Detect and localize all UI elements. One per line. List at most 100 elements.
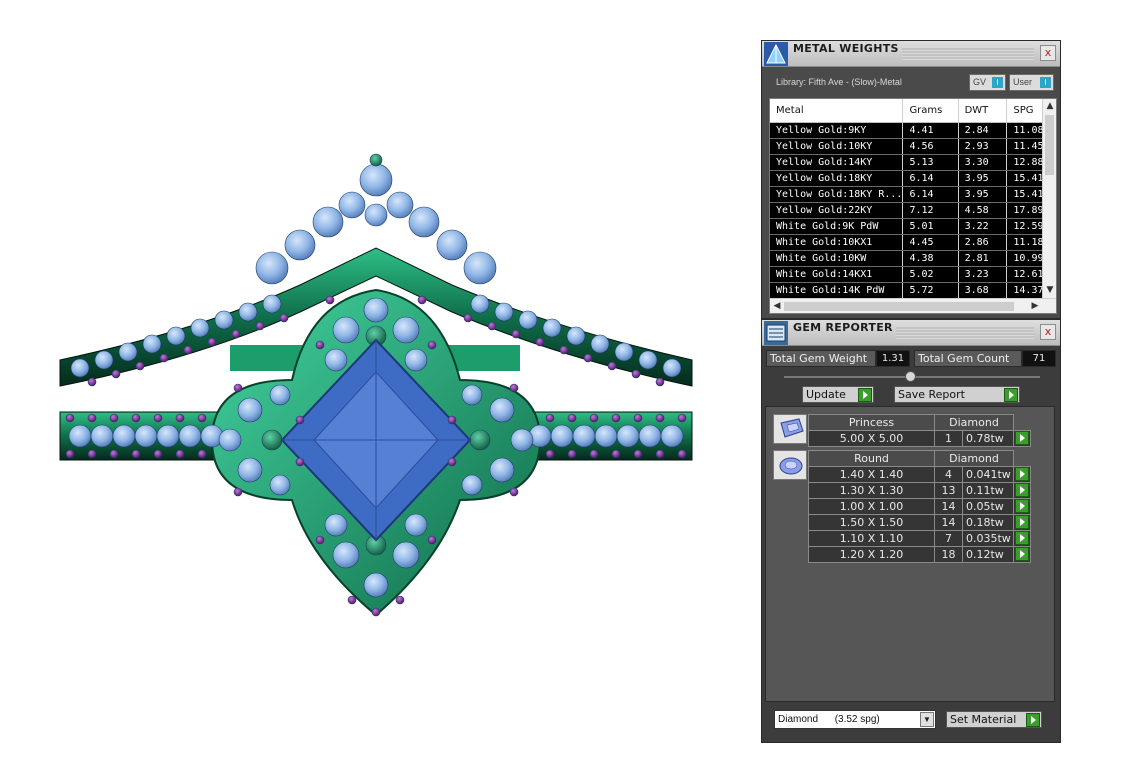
select-gem-button[interactable] bbox=[1013, 546, 1031, 563]
lower-band-bead bbox=[611, 413, 621, 423]
close-icon[interactable]: x bbox=[1040, 45, 1056, 61]
gem-row[interactable]: 1.00 X 1.00 14 0.05tw bbox=[808, 498, 1031, 515]
table-row[interactable]: Yellow Gold:18KY 6.14 3.95 15.41 bbox=[770, 170, 1056, 187]
table-row[interactable]: White Gold:9K PdW 5.01 3.22 12.59 bbox=[770, 218, 1056, 235]
chevron-down-icon[interactable]: ▼ bbox=[920, 712, 934, 727]
halo-gem bbox=[461, 474, 483, 496]
metal-weights-titlebar[interactable]: METAL WEIGHTS x bbox=[762, 41, 1060, 67]
halo-gem bbox=[363, 572, 389, 598]
band-bead bbox=[183, 345, 193, 355]
table-cell: White Gold:10KW bbox=[770, 250, 904, 267]
user-toggle[interactable]: User I bbox=[1009, 74, 1054, 91]
scroll-left-icon[interactable]: ◀ bbox=[770, 299, 784, 313]
band-gem bbox=[662, 358, 682, 378]
halo-gem bbox=[269, 384, 291, 406]
table-cell: 2.81 bbox=[958, 250, 1008, 267]
band-bead bbox=[111, 369, 121, 379]
table-row[interactable]: White Gold:10KX1 4.45 2.86 11.18 bbox=[770, 234, 1056, 251]
total-gem-weight-label: Total Gem Weight bbox=[766, 350, 876, 367]
select-gem-button[interactable] bbox=[1013, 466, 1031, 483]
lower-band-gem bbox=[112, 424, 136, 448]
band-bead bbox=[559, 345, 569, 355]
scroll-up-icon[interactable]: ▲ bbox=[1043, 99, 1056, 113]
table-row[interactable]: Yellow Gold:18KY R... 6.14 3.95 15.41 bbox=[770, 186, 1056, 203]
table-cell: 2.86 bbox=[958, 234, 1008, 251]
update-button[interactable]: Update bbox=[802, 386, 874, 403]
vertical-scrollbar[interactable]: ▲ ▼ bbox=[1042, 99, 1056, 299]
table-row[interactable]: Yellow Gold:9KY 4.41 2.84 11.08 bbox=[770, 122, 1056, 139]
select-gem-button[interactable] bbox=[1013, 482, 1031, 499]
table-row[interactable]: Yellow Gold:10KY 4.56 2.93 11.45 bbox=[770, 138, 1056, 155]
save-report-button[interactable]: Save Report bbox=[894, 386, 1020, 403]
purple-bead bbox=[427, 340, 437, 350]
slider-knob[interactable] bbox=[905, 371, 916, 382]
princess-cut-icon[interactable] bbox=[773, 414, 807, 444]
band-gem bbox=[94, 350, 114, 370]
hscroll-thumb[interactable] bbox=[784, 302, 1014, 311]
lower-band-gem bbox=[90, 424, 114, 448]
lower-band-bead bbox=[153, 449, 163, 459]
lower-band-bead bbox=[109, 449, 119, 459]
scroll-down-icon[interactable]: ▼ bbox=[1043, 283, 1056, 297]
column-header-grams[interactable]: Grams bbox=[902, 99, 959, 123]
gem-reporter-titlebar[interactable]: GEM REPORTER x bbox=[762, 320, 1060, 346]
column-header-dwt[interactable]: DWT bbox=[958, 99, 1008, 123]
play-arrow-icon bbox=[1015, 483, 1029, 497]
table-row[interactable]: Yellow Gold:22KY 7.12 4.58 17.89 bbox=[770, 202, 1056, 219]
lower-band-bead bbox=[175, 449, 185, 459]
gem-row[interactable]: 5.00 X 5.00 1 0.78tw bbox=[808, 430, 1031, 447]
crown-gem bbox=[386, 191, 414, 219]
column-header-metal[interactable]: Metal bbox=[770, 99, 904, 123]
gem-count: 18 bbox=[934, 546, 963, 563]
table-cell: 7.12 bbox=[902, 202, 959, 219]
table-cell: White Gold:14K PdW bbox=[770, 282, 904, 299]
select-gem-button[interactable] bbox=[1013, 430, 1031, 447]
set-material-button[interactable]: Set Material bbox=[946, 711, 1042, 728]
scroll-right-icon[interactable]: ▶ bbox=[1028, 299, 1042, 313]
table-row[interactable]: White Gold:14KX1 5.02 3.23 12.61 bbox=[770, 266, 1056, 283]
3d-viewport[interactable] bbox=[0, 0, 760, 768]
crown-gem bbox=[408, 206, 440, 238]
gv-toggle[interactable]: GV I bbox=[969, 74, 1006, 91]
table-row[interactable]: Yellow Gold:14KY 5.13 3.30 12.88 bbox=[770, 154, 1056, 171]
lower-band-gem bbox=[178, 424, 202, 448]
band-gem bbox=[614, 342, 634, 362]
gem-row[interactable]: 1.30 X 1.30 13 0.11tw bbox=[808, 482, 1031, 499]
purple-bead bbox=[447, 457, 457, 467]
table-cell: 3.68 bbox=[958, 282, 1008, 299]
gv-indicator-icon: I bbox=[992, 77, 1003, 88]
band-bead bbox=[535, 337, 545, 347]
select-gem-button[interactable] bbox=[1013, 498, 1031, 515]
table-row[interactable]: White Gold:10KW 4.38 2.81 10.99 bbox=[770, 250, 1056, 267]
ring-gems bbox=[65, 153, 687, 617]
table-cell: 6.14 bbox=[902, 186, 959, 203]
crown-gem bbox=[463, 251, 497, 285]
round-cut-icon[interactable] bbox=[773, 450, 807, 480]
band-gem bbox=[214, 310, 234, 330]
table-cell: Yellow Gold:18KY R... bbox=[770, 186, 904, 203]
set-material-label: Set Material bbox=[950, 713, 1017, 726]
table-cell: 4.56 bbox=[902, 138, 959, 155]
crown-gem bbox=[364, 203, 388, 227]
gem-row[interactable]: 1.10 X 1.10 7 0.035tw bbox=[808, 530, 1031, 547]
gem-row[interactable]: 1.20 X 1.20 18 0.12tw bbox=[808, 546, 1031, 563]
scroll-thumb[interactable] bbox=[1045, 115, 1054, 175]
gem-row[interactable]: 1.50 X 1.50 14 0.18tw bbox=[808, 514, 1031, 531]
material-select[interactable]: Diamond (3.52 spg) ▼ bbox=[774, 710, 936, 729]
halo-gem bbox=[510, 428, 534, 452]
horizontal-scrollbar[interactable]: ◀ ▶ bbox=[770, 298, 1056, 313]
halo-gem bbox=[237, 457, 263, 483]
halo-gem bbox=[461, 384, 483, 406]
close-icon[interactable]: x bbox=[1040, 324, 1056, 340]
user-label: User bbox=[1013, 77, 1033, 87]
band-gem bbox=[590, 334, 610, 354]
select-gem-button[interactable] bbox=[1013, 530, 1031, 547]
lower-band-bead bbox=[589, 413, 599, 423]
table-row[interactable]: White Gold:14K PdW 5.72 3.68 14.37 bbox=[770, 282, 1056, 299]
lower-band-bead bbox=[655, 449, 665, 459]
select-gem-button[interactable] bbox=[1013, 514, 1031, 531]
band-bead bbox=[87, 377, 97, 387]
gem-row[interactable]: 1.40 X 1.40 4 0.041tw bbox=[808, 466, 1031, 483]
lower-band-bead bbox=[633, 413, 643, 423]
crown-gem bbox=[312, 206, 344, 238]
